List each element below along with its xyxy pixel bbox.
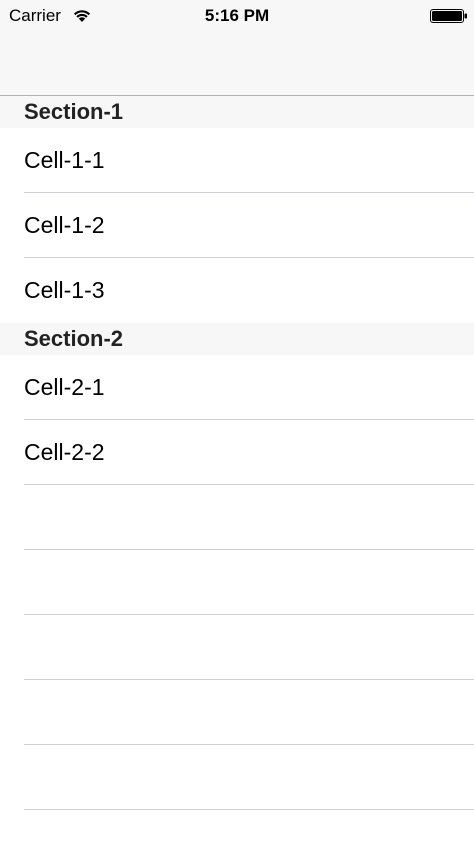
- table-cell[interactable]: Cell-2-2: [0, 420, 474, 485]
- cell-label: Cell-2-1: [24, 374, 105, 400]
- battery-icon: [430, 9, 467, 23]
- cell-label: Cell-1-3: [24, 277, 105, 303]
- cell-label: Cell-2-2: [24, 439, 105, 465]
- table-cell[interactable]: Cell-1-2: [0, 193, 474, 258]
- status-time: 5:16 PM: [204, 6, 270, 25]
- top-bar: Carrier 5:16 PM: [0, 0, 474, 96]
- section-2: Section-2 Cell-2-1 Cell-2-2: [0, 323, 474, 485]
- cell-label: Cell-1-2: [24, 212, 105, 238]
- empty-row: [0, 680, 474, 745]
- navigation-bar: [0, 32, 474, 96]
- empty-row: [0, 745, 474, 810]
- empty-row: [0, 550, 474, 615]
- section-header: Section-1: [0, 96, 474, 128]
- section-header: Section-2: [0, 323, 474, 355]
- status-bar: Carrier 5:16 PM: [0, 0, 474, 32]
- screen: Carrier 5:16 PM Section-1 Cell-1-1 Cell-…: [0, 0, 474, 841]
- section-1: Section-1 Cell-1-1 Cell-1-2 Cell-1-3: [0, 96, 474, 323]
- table-cell[interactable]: Cell-2-1: [0, 355, 474, 420]
- empty-row: [0, 615, 474, 680]
- table-cell[interactable]: Cell-1-1: [0, 128, 474, 193]
- table-view[interactable]: Section-1 Cell-1-1 Cell-1-2 Cell-1-3 Sec…: [0, 96, 474, 841]
- empty-rows: [0, 485, 474, 810]
- row-separator: [24, 809, 474, 810]
- table-cell[interactable]: Cell-1-3: [0, 258, 474, 323]
- empty-row: [0, 485, 474, 550]
- cell-label: Cell-1-1: [24, 147, 105, 173]
